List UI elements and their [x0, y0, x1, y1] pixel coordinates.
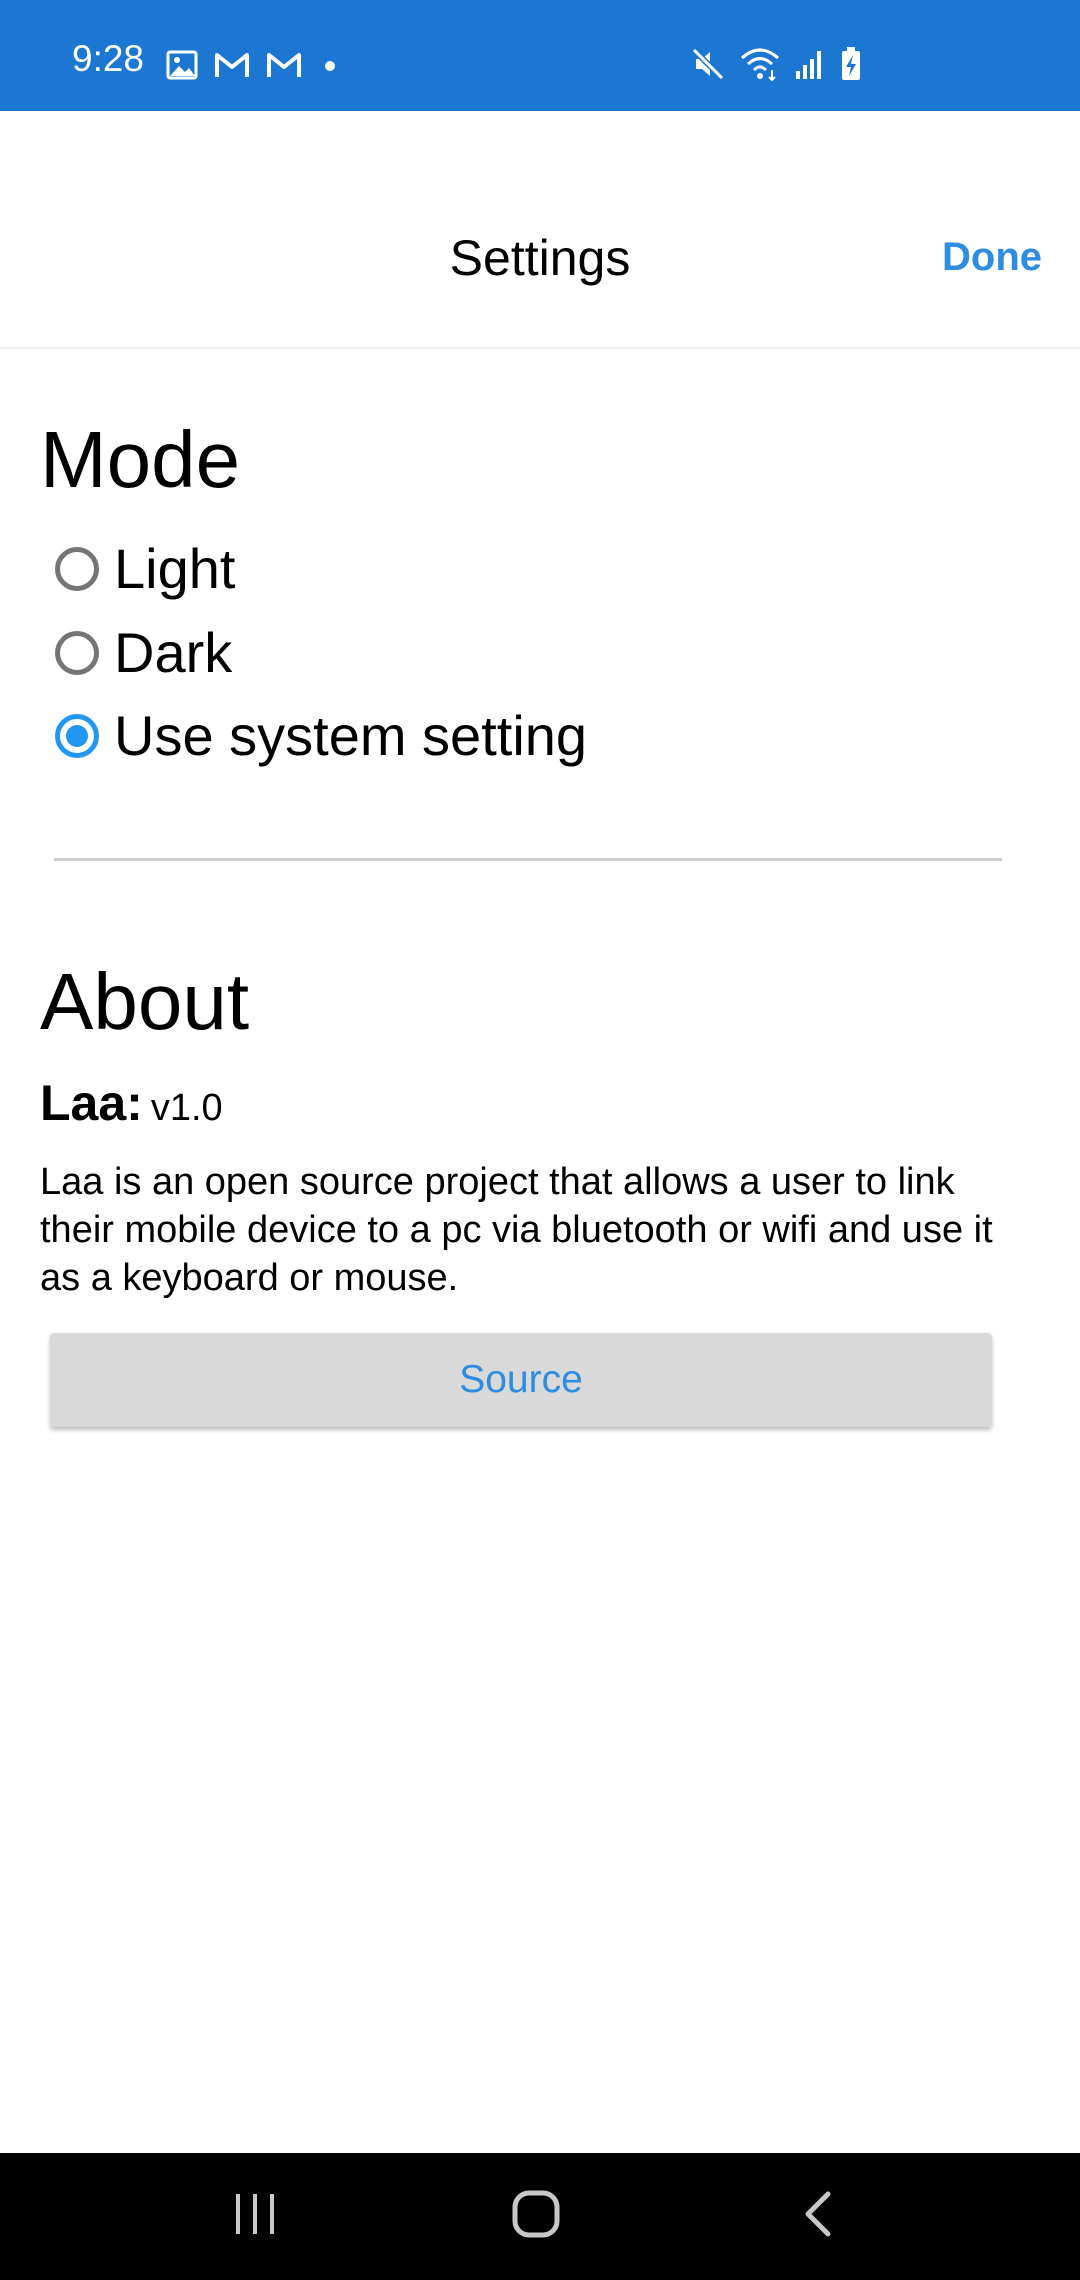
radio-label-system: Use system setting: [114, 704, 588, 767]
app-name: Laa:: [40, 1075, 143, 1131]
page-title: Settings: [449, 230, 631, 286]
system-icons: [690, 46, 876, 82]
radio-option-dark[interactable]: Dark: [55, 625, 232, 681]
radio-button-system[interactable]: [55, 714, 99, 758]
radio-button-dark[interactable]: [55, 631, 99, 675]
signal-icon: [794, 47, 826, 81]
about-description: Laa is an open source project that allow…: [40, 1161, 993, 1299]
recent-apps-icon: [232, 2192, 278, 2241]
radio-option-light[interactable]: Light: [55, 541, 235, 597]
radio-label-light: Light: [114, 537, 236, 600]
navigation-bar: [0, 2153, 1080, 2280]
radio-option-system[interactable]: Use system setting: [55, 708, 587, 764]
app-header: Settings Done: [0, 111, 1080, 349]
version-line: Laa: v1.0: [40, 1078, 223, 1128]
done-button[interactable]: Done: [942, 237, 1042, 277]
mode-heading: Mode: [40, 415, 241, 504]
notification-icons: [166, 50, 358, 80]
back-icon: [800, 2190, 836, 2243]
wifi-icon: [740, 46, 780, 82]
home-button[interactable]: [466, 2153, 606, 2280]
recent-apps-button[interactable]: [185, 2153, 325, 2280]
status-time: 9:28: [72, 38, 145, 79]
battery-charging-icon: [840, 46, 862, 82]
image-icon: [166, 50, 198, 80]
radio-button-light[interactable]: [55, 547, 99, 591]
status-bar: 9:28: [0, 0, 1080, 111]
radio-label-dark: Dark: [114, 621, 233, 684]
back-button[interactable]: [748, 2153, 888, 2280]
gmail-icon: [266, 51, 302, 79]
gmail-icon: [214, 51, 250, 79]
home-icon: [511, 2189, 561, 2244]
section-divider: [54, 858, 1002, 861]
app-version: v1.0: [150, 1087, 223, 1129]
source-button[interactable]: Source: [50, 1333, 992, 1427]
dot-icon: [318, 51, 342, 79]
mute-icon: [690, 46, 726, 82]
about-heading: About: [40, 957, 250, 1046]
